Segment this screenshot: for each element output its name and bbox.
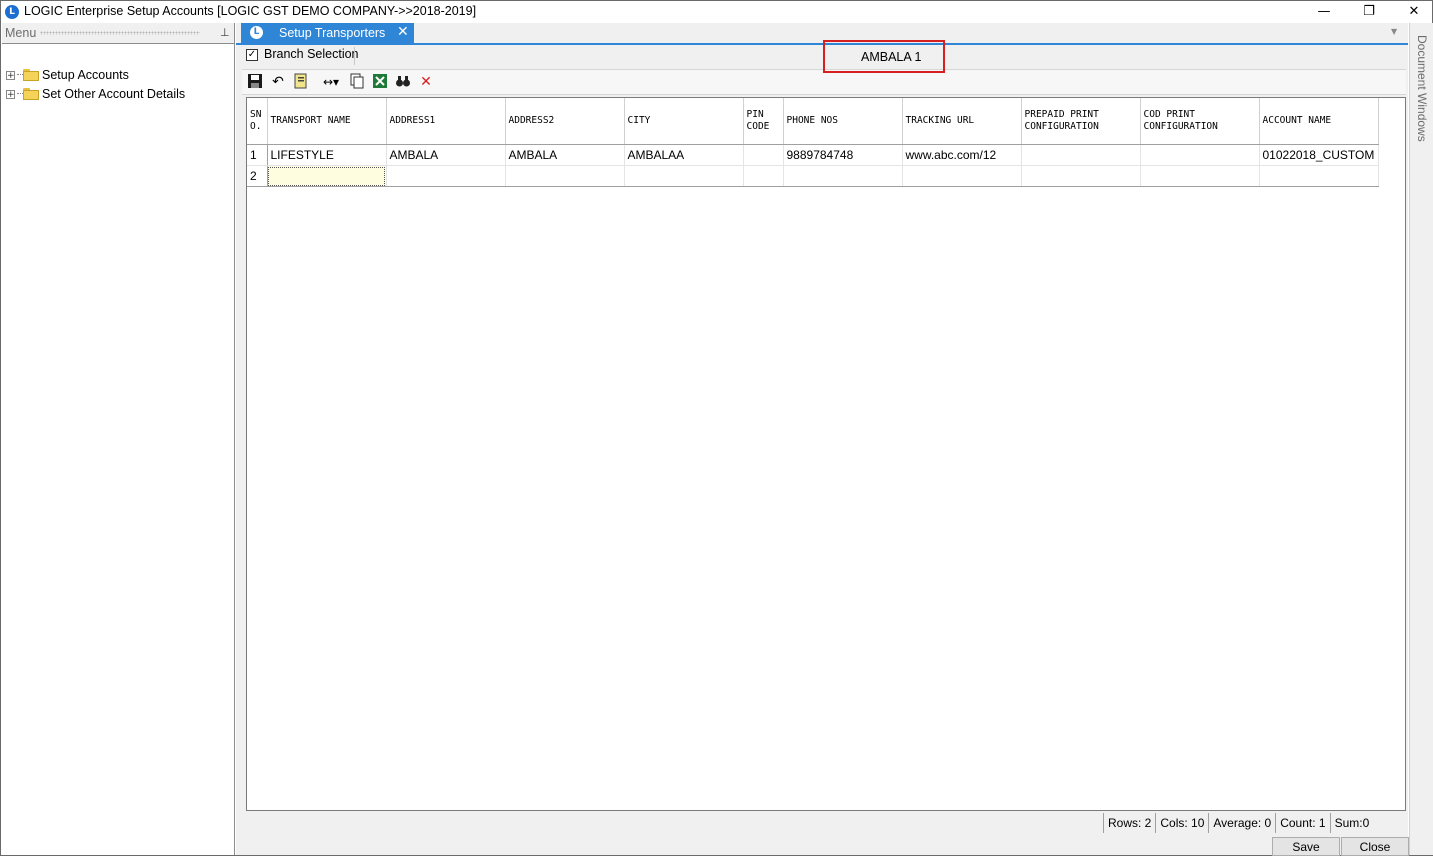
tree-item-setup-accounts[interactable]: + Setup Accounts — [6, 66, 129, 84]
grid-cell[interactable]: AMBALA — [505, 144, 625, 166]
grid-cell[interactable] — [743, 165, 784, 187]
branch-selection-checkbox[interactable]: ✓ — [246, 49, 258, 61]
tab-setup-transporters[interactable]: L Setup Transporters ✕ — [241, 23, 414, 43]
grid-cell[interactable] — [624, 165, 744, 187]
table-row: 2 — [247, 165, 1379, 187]
active-grid-cell[interactable] — [267, 165, 387, 187]
expand-icon[interactable]: + — [6, 70, 15, 80]
grid-cell[interactable] — [783, 165, 903, 187]
status-average: Average: 0 — [1208, 813, 1275, 833]
branch-highlight-box — [823, 40, 945, 73]
row-number: 2 — [247, 165, 268, 187]
column-header[interactable]: ACCOUNT NAME — [1259, 98, 1379, 145]
restore-button[interactable]: ❐ — [1349, 2, 1389, 22]
tab-label: Setup Transporters — [279, 26, 386, 40]
undo-icon[interactable]: ↶ — [269, 73, 287, 91]
folder-icon — [23, 69, 39, 81]
window-title: LOGIC Enterprise Setup Accounts [LOGIC G… — [24, 4, 477, 18]
status-rows: Rows: 2 — [1103, 813, 1155, 833]
delete-icon[interactable]: ✕ — [417, 73, 435, 91]
grid-cell[interactable]: LIFESTYLE — [267, 144, 387, 166]
close-button[interactable]: Close — [1341, 837, 1409, 856]
app-logo-icon: L — [5, 5, 19, 19]
grid-cell[interactable]: 9889784748 — [783, 144, 903, 166]
menu-title: Menu — [5, 26, 37, 40]
title-bar: L LOGIC Enterprise Setup Accounts [LOGIC… — [1, 1, 1432, 22]
document-windows-label: Document Windows — [1415, 35, 1429, 142]
status-cols: Cols: 10 — [1155, 813, 1208, 833]
copy-icon[interactable] — [348, 73, 366, 91]
column-header[interactable]: TRACKING URL — [902, 98, 1022, 145]
row-number: 1 — [247, 144, 268, 166]
close-window-button[interactable]: ✕ — [1394, 2, 1433, 22]
print-icon[interactable] — [292, 73, 310, 91]
expand-icon[interactable]: + — [6, 89, 15, 99]
column-header[interactable]: SN O. — [247, 98, 268, 145]
grid-cell[interactable] — [743, 144, 784, 166]
tab-close-icon[interactable]: ✕ — [397, 24, 409, 40]
menu-panel: Menu ⊥ + Setup Accounts + Set Other Acco… — [2, 23, 235, 855]
grid-header-row: SN O. TRANSPORT NAME ADDRESS1 ADDRESS2 C… — [247, 98, 1379, 145]
column-header[interactable]: TRANSPORT NAME — [267, 98, 387, 145]
menu-header: Menu ⊥ — [2, 23, 234, 44]
table-row: 1 LIFESTYLE AMBALA AMBALA AMBALAA 988978… — [247, 144, 1379, 166]
pin-icon[interactable]: ⊥ — [220, 26, 230, 39]
tree-item-label: Setup Accounts — [42, 68, 129, 82]
grid-cell[interactable] — [1021, 144, 1141, 166]
status-bar: Rows: 2 Cols: 10 Average: 0 Count: 1 Sum… — [1103, 813, 1373, 833]
status-count: Count: 1 — [1275, 813, 1329, 833]
column-header[interactable]: PREPAID PRINT CONFIGURATION — [1021, 98, 1141, 145]
column-header[interactable]: ADDRESS1 — [386, 98, 506, 145]
column-width-icon[interactable]: ↔▾ — [319, 73, 343, 91]
status-sum: Sum:0 — [1329, 813, 1374, 833]
grid-cell[interactable]: www.abc.com/12 — [902, 144, 1022, 166]
column-header[interactable]: COD PRINT CONFIGURATION — [1140, 98, 1260, 145]
grid-cell[interactable]: AMBALA — [386, 144, 506, 166]
grid-cell[interactable] — [1259, 165, 1379, 187]
grid-cell[interactable] — [1021, 165, 1141, 187]
tab-strip: L Setup Transporters ✕ ▼ — [236, 23, 1408, 45]
save-icon[interactable] — [246, 73, 264, 91]
grid-cell[interactable]: AMBALAA — [624, 144, 744, 166]
grid-cell[interactable] — [386, 165, 506, 187]
column-header[interactable]: ADDRESS2 — [505, 98, 625, 145]
tree-item-label: Set Other Account Details — [42, 87, 186, 101]
grid-cell[interactable]: 01022018_CUSTOM — [1259, 144, 1379, 166]
column-header[interactable]: CITY — [624, 98, 744, 145]
minimize-button[interactable]: — — [1304, 2, 1344, 22]
transporters-grid[interactable]: SN O. TRANSPORT NAME ADDRESS1 ADDRESS2 C… — [246, 97, 1406, 811]
excel-icon[interactable] — [371, 73, 389, 91]
document-windows-panel[interactable]: Document Windows — [1409, 23, 1433, 855]
folder-icon — [23, 88, 39, 100]
tab-list-dropdown-icon[interactable]: ▼ — [1391, 27, 1397, 36]
grid-table: SN O. TRANSPORT NAME ADDRESS1 ADDRESS2 C… — [247, 98, 1379, 187]
branch-selection-label: Branch Selection — [264, 47, 359, 61]
save-button[interactable]: Save — [1272, 837, 1340, 856]
grid-cell[interactable] — [1140, 165, 1260, 187]
grid-cell[interactable] — [505, 165, 625, 187]
column-header[interactable]: PHONE NOS — [783, 98, 903, 145]
find-icon[interactable] — [394, 73, 412, 91]
tree-item-set-other-account-details[interactable]: + Set Other Account Details — [6, 85, 185, 103]
tab-logo-icon: L — [250, 26, 263, 39]
grid-cell[interactable] — [902, 165, 1022, 187]
grid-cell[interactable] — [1140, 144, 1260, 166]
menu-grip[interactable] — [40, 31, 200, 35]
column-header[interactable]: PIN CODE — [743, 98, 784, 145]
